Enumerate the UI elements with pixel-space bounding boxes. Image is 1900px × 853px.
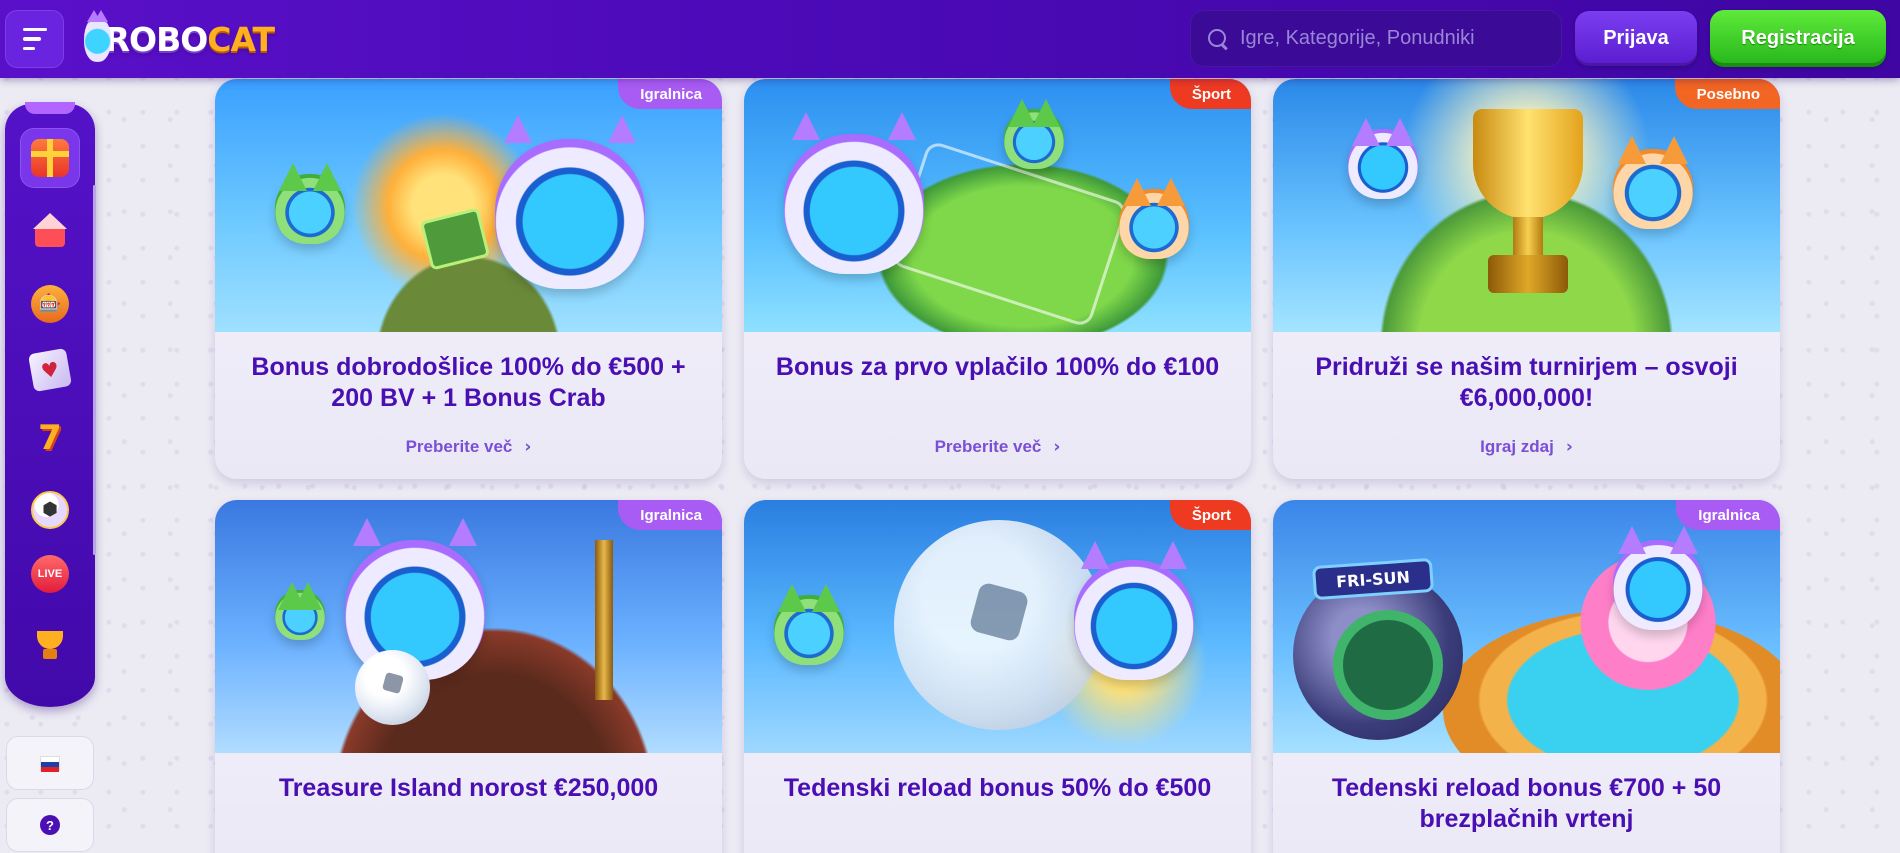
- sidebar-item-live-casino[interactable]: LIVE: [20, 544, 80, 604]
- help-icon: ?: [40, 815, 60, 835]
- slot-machine-icon: 🎰: [31, 285, 69, 323]
- robot-cat-icon: [1074, 540, 1194, 680]
- green-robot-cat-icon: [275, 162, 345, 244]
- robot-cat-icon: [1613, 525, 1703, 630]
- play-now-label: Igraj zdaj: [1480, 437, 1554, 456]
- logo-text-robo: ROBO: [104, 19, 209, 59]
- promo-title: Tedenski reload bonus €700 + 50 brezplač…: [1331, 774, 1722, 833]
- chevron-right-icon: ›: [1565, 437, 1573, 457]
- promo-title: Pridruži se našim turnirjem – osvoji €6,…: [1315, 353, 1738, 412]
- menu-line-icon: [23, 27, 47, 32]
- category-badge: Posebno: [1674, 79, 1780, 109]
- read-more-link[interactable]: Preberite več ›: [215, 437, 722, 457]
- robot-cat-icon: [784, 111, 924, 274]
- promo-card[interactable]: Posebno Pridruži se našim turnirjem – os…: [1273, 79, 1780, 479]
- white-ball-icon: [355, 650, 430, 725]
- sidebar-item-sport[interactable]: ⬢: [20, 480, 80, 540]
- sidebar-item-home[interactable]: [20, 202, 80, 262]
- category-badge: Šport: [1169, 500, 1251, 530]
- house-icon: [31, 213, 69, 251]
- promo-card[interactable]: Igralnica Bonus dobrodošlice 100% do €50…: [215, 79, 722, 479]
- chevron-right-icon: ›: [524, 437, 532, 457]
- golden-trophy-icon: [1463, 109, 1593, 299]
- category-badge: Igralnica: [618, 79, 722, 109]
- green-robot-cat-icon: [1004, 99, 1064, 169]
- top-header: ROBOCAT Prijava Registracija: [0, 0, 1900, 78]
- gift-icon: [31, 139, 69, 177]
- hamburger-menu-button[interactable]: [5, 10, 64, 68]
- trophy-icon: [31, 625, 69, 663]
- promo-title: Bonus dobrodošlice 100% do €500 + 200 BV…: [251, 353, 686, 412]
- promo-card[interactable]: Igralnica Treasure Island norost €250,00…: [215, 500, 722, 853]
- search-input[interactable]: [1240, 27, 1540, 50]
- orange-robot-cat-icon: [1613, 136, 1693, 229]
- promo-image: Šport: [744, 500, 1251, 753]
- sidebar-item-tournaments[interactable]: [20, 614, 80, 674]
- menu-line-icon: [23, 37, 41, 41]
- orange-robot-cat-icon: [1119, 177, 1189, 259]
- language-selector[interactable]: [6, 736, 94, 790]
- soccer-ball-icon: [894, 520, 1104, 730]
- promo-image: Igralnica: [215, 500, 722, 753]
- live-icon: LIVE: [31, 555, 69, 593]
- promo-card[interactable]: Šport Bonus za prvo vplačilo 100% do €10…: [744, 79, 1251, 479]
- read-more-label: Preberite več: [405, 437, 513, 456]
- promo-title: Tedenski reload bonus 50% do €500: [783, 774, 1212, 802]
- chevron-right-icon: ›: [1053, 437, 1061, 457]
- help-button[interactable]: ?: [6, 798, 94, 852]
- slovenia-flag-icon: [40, 755, 60, 772]
- promo-image: Igralnica: [215, 79, 722, 332]
- cards-icon: ♥: [27, 347, 73, 393]
- category-badge: Igralnica: [1676, 500, 1780, 530]
- promo-image: FRI-SUN Igralnica: [1273, 500, 1780, 753]
- logo-text-cat: CAT: [207, 19, 275, 59]
- cat-mascot-icon: [84, 10, 111, 62]
- promo-image: Posebno: [1273, 79, 1780, 332]
- login-button[interactable]: Prijava: [1575, 11, 1697, 66]
- sidebar-item-slots[interactable]: 🎰: [20, 274, 80, 334]
- green-robot-cat-icon: [275, 582, 325, 640]
- read-more-label: Preberite več: [934, 437, 1042, 456]
- green-robot-cat-icon: [774, 583, 844, 665]
- sidebar-scrollbar[interactable]: [93, 185, 96, 555]
- promo-card[interactable]: FRI-SUN Igralnica Tedenski reload bonus …: [1273, 500, 1780, 853]
- soccer-ball-icon: ⬢: [31, 491, 69, 529]
- search-icon: [1207, 28, 1229, 50]
- sidebar-item-promotions[interactable]: [20, 128, 80, 188]
- robocat-logo[interactable]: ROBOCAT: [84, 10, 275, 68]
- register-button[interactable]: Registracija: [1710, 10, 1886, 67]
- roulette-spindle-icon: [595, 540, 613, 700]
- robot-cat-icon: [495, 115, 645, 289]
- robot-cat-icon: [1348, 117, 1418, 199]
- read-more-link[interactable]: Preberite več ›: [744, 437, 1251, 457]
- promo-image: Šport: [744, 79, 1251, 332]
- category-badge: Igralnica: [618, 500, 722, 530]
- category-badge: Šport: [1169, 79, 1251, 109]
- promo-title: Treasure Island norost €250,000: [278, 774, 659, 802]
- search-bar[interactable]: [1190, 10, 1562, 67]
- play-now-link[interactable]: Igraj zdaj ›: [1273, 437, 1780, 457]
- lucky-seven-icon: 7: [38, 418, 62, 458]
- logo-text: ROBOCAT: [104, 19, 275, 59]
- sidebar-nav: 🎰 ♥ 7 ⬢ LIVE: [5, 102, 95, 707]
- promo-title: Bonus za prvo vplačilo 100% do €100: [775, 353, 1220, 381]
- sidebar-item-table-games[interactable]: ♥: [20, 340, 80, 400]
- sidebar-item-jackpot[interactable]: 7: [20, 408, 80, 468]
- menu-line-icon: [23, 46, 35, 51]
- promo-card[interactable]: Šport Tedenski reload bonus 50% do €500: [744, 500, 1251, 853]
